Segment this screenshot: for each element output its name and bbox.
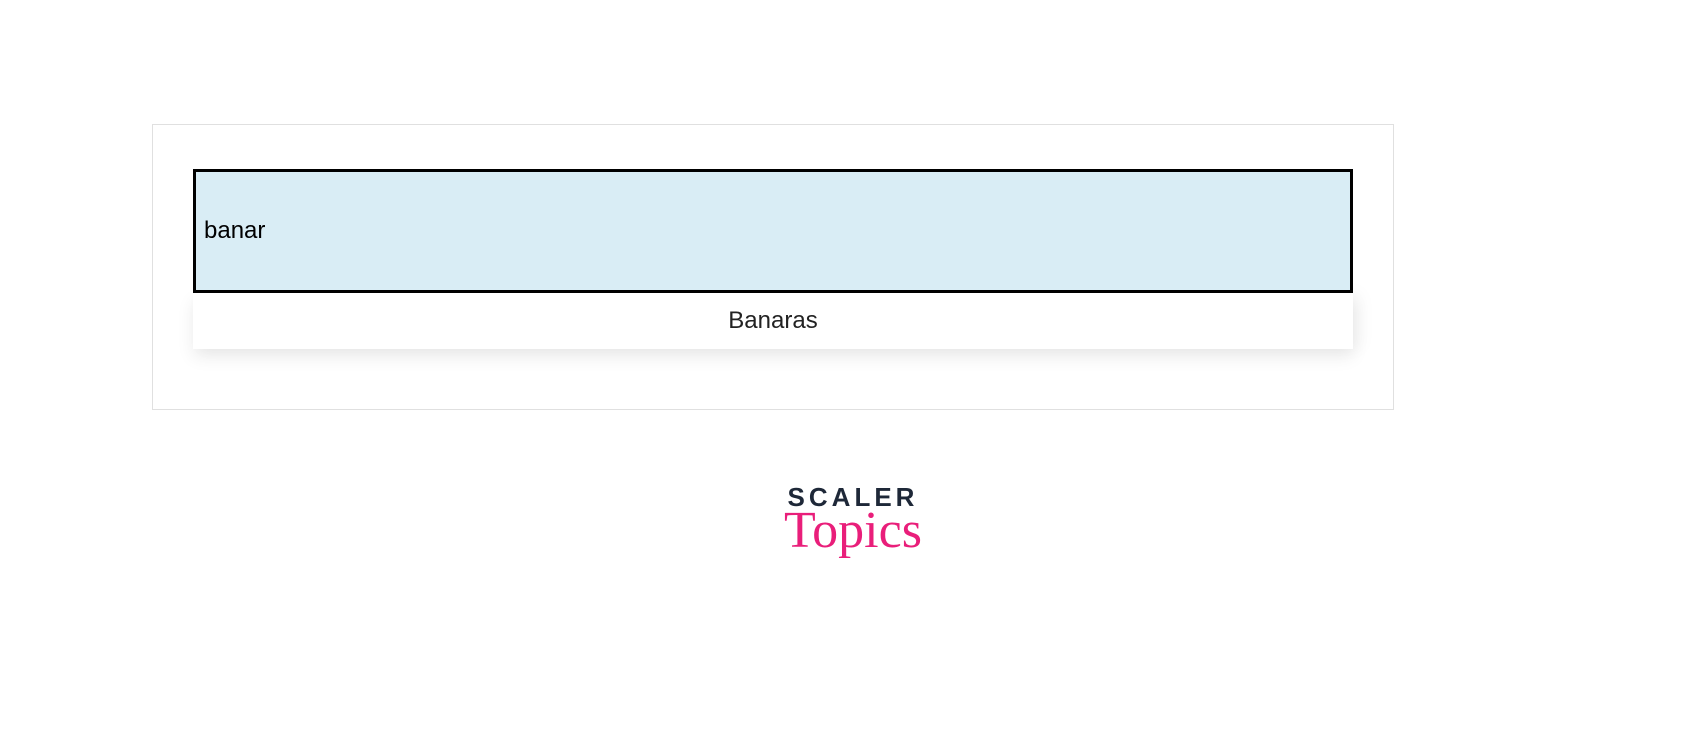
search-input[interactable] bbox=[193, 169, 1353, 293]
scaler-topics-logo: SCALER Topics bbox=[784, 482, 922, 557]
autocomplete-container: Banaras bbox=[152, 124, 1394, 410]
autocomplete-dropdown: Banaras bbox=[193, 293, 1353, 349]
logo-text-topics: Topics bbox=[784, 505, 922, 557]
dropdown-item[interactable]: Banaras bbox=[193, 293, 1353, 349]
